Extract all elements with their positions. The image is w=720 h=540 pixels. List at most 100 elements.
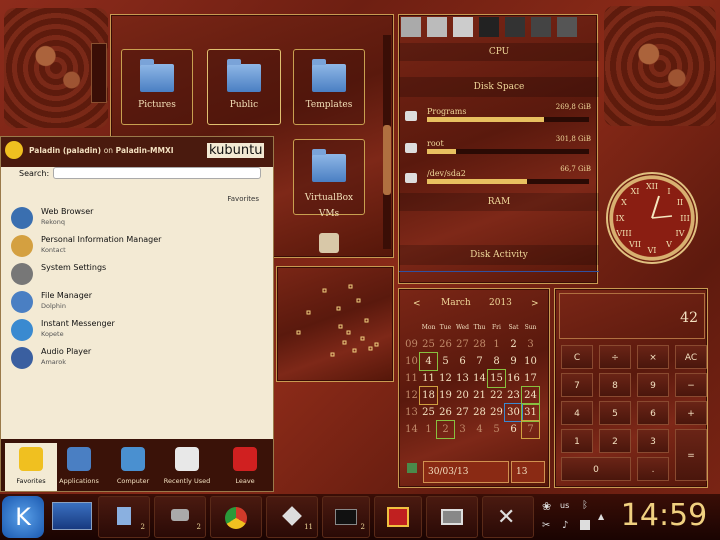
cpu-icon[interactable] xyxy=(479,17,499,37)
calendar-day[interactable]: 6 xyxy=(505,421,522,438)
pager[interactable] xyxy=(52,502,92,530)
calendar-year[interactable]: 2013 xyxy=(489,298,512,308)
calendar-day[interactable]: 28 xyxy=(471,404,488,421)
calendar-day[interactable]: 27 xyxy=(454,404,471,421)
calendar-day[interactable]: 2 xyxy=(505,336,522,353)
calendar-day[interactable]: 12 xyxy=(437,370,454,387)
calendar-day[interactable]: 5 xyxy=(437,353,454,370)
calendar-day[interactable]: 6 xyxy=(454,353,471,370)
calc-key[interactable]: 5 xyxy=(599,401,631,425)
calc-key[interactable]: 1 xyxy=(561,429,593,453)
date-input[interactable]: 30/03/13 xyxy=(423,461,509,483)
calendar-day[interactable]: 24 xyxy=(521,386,540,405)
calendar-day[interactable]: 3 xyxy=(454,421,471,438)
calc-key[interactable]: . xyxy=(637,457,669,481)
calendar-day[interactable]: 23 xyxy=(505,387,522,404)
calendar-day[interactable]: 1 xyxy=(420,421,437,438)
network-icon[interactable] xyxy=(580,520,590,530)
calendar-day[interactable]: 25 xyxy=(420,336,437,353)
task-app[interactable]: 11 xyxy=(266,496,318,538)
task-system-tool[interactable]: 2 xyxy=(154,496,206,538)
tab-favorites[interactable]: Favorites xyxy=(5,443,57,491)
drive-icon[interactable] xyxy=(427,17,447,37)
calendar-day[interactable]: 4 xyxy=(471,421,488,438)
calc-key[interactable]: AC xyxy=(675,345,707,369)
network-icon[interactable] xyxy=(531,17,551,37)
folder-templates[interactable]: Templates xyxy=(293,49,365,125)
task-terminal[interactable]: 2 xyxy=(322,496,370,538)
calendar-day[interactable]: 14 xyxy=(471,370,488,387)
calendar-day[interactable]: 10 xyxy=(522,353,539,370)
calendar-day[interactable]: 7 xyxy=(471,353,488,370)
calendar-day[interactable]: 3 xyxy=(522,336,539,353)
tray-expand-icon[interactable]: ▲ xyxy=(598,512,604,521)
calendar-day[interactable]: 8 xyxy=(488,353,505,370)
menu-item[interactable]: Personal Information Manager Kontact xyxy=(11,235,261,259)
calendar-day[interactable]: 15 xyxy=(487,369,506,388)
menu-item[interactable]: Web Browser Rekonq xyxy=(11,207,261,231)
calendar-day[interactable]: 7 xyxy=(521,420,540,439)
folder-pictures[interactable]: Pictures xyxy=(121,49,193,125)
calendar-day[interactable]: 4 xyxy=(419,352,438,371)
clipboard-icon[interactable]: ❀ xyxy=(542,500,551,513)
calendar-day[interactable]: 17 xyxy=(522,370,539,387)
calendar-day[interactable]: 30 xyxy=(504,403,523,422)
calendar-day[interactable]: 28 xyxy=(471,336,488,353)
calendar-day[interactable]: 25 xyxy=(420,404,437,421)
kde-launcher-icon[interactable]: K xyxy=(2,496,44,538)
volume-icon[interactable]: ♪ xyxy=(562,520,568,531)
chart-icon[interactable] xyxy=(557,17,577,37)
calendar-day[interactable]: 18 xyxy=(419,386,438,405)
calendar-day[interactable]: 26 xyxy=(437,404,454,421)
menu-item[interactable]: System Settings xyxy=(11,263,261,287)
folder-virtualbox-vms[interactable]: VirtualBox VMs xyxy=(293,139,365,219)
calc-key[interactable]: 7 xyxy=(561,373,593,397)
menu-item[interactable]: Audio Player Amarok xyxy=(11,347,261,371)
calendar-month[interactable]: March xyxy=(441,298,471,308)
calc-key[interactable]: 4 xyxy=(561,401,593,425)
task-image-viewer[interactable] xyxy=(426,496,478,538)
keyboard-layout[interactable]: us xyxy=(560,501,569,510)
package-icon[interactable] xyxy=(319,233,339,253)
tools-icon[interactable]: ✂ xyxy=(542,520,550,531)
drive-icon[interactable] xyxy=(453,17,473,37)
calendar-day[interactable]: 31 xyxy=(521,403,540,422)
calc-key[interactable]: × xyxy=(637,345,669,369)
calendar-day[interactable]: 13 xyxy=(454,370,471,387)
calendar-day[interactable]: 29 xyxy=(488,404,505,421)
calc-key[interactable]: − xyxy=(675,373,707,397)
calendar-day[interactable]: 1 xyxy=(488,336,505,353)
week-spinbox[interactable]: 13 xyxy=(511,461,545,483)
calc-key[interactable]: = xyxy=(675,429,707,481)
task-document-viewer[interactable]: 2 xyxy=(98,496,150,538)
calc-key[interactable]: C xyxy=(561,345,593,369)
tab-computer[interactable]: Computer xyxy=(107,443,159,491)
calendar-day[interactable]: 9 xyxy=(505,353,522,370)
calc-key[interactable]: ÷ xyxy=(599,345,631,369)
calc-key[interactable]: 9 xyxy=(637,373,669,397)
calendar-prev-button[interactable]: < xyxy=(413,299,421,309)
calendar-day[interactable]: 21 xyxy=(471,387,488,404)
drive-icon[interactable] xyxy=(401,17,421,37)
calendar-day[interactable]: 2 xyxy=(436,420,455,439)
bluetooth-icon[interactable]: ᛒ xyxy=(582,500,588,511)
calc-key[interactable]: 2 xyxy=(599,429,631,453)
folder-public[interactable]: Public xyxy=(207,49,281,125)
tab-recently-used[interactable]: Recently Used xyxy=(161,443,213,491)
menu-item[interactable]: Instant Messenger Kopete xyxy=(11,319,261,343)
calendar-day[interactable]: 11 xyxy=(420,370,437,387)
calendar-day[interactable]: 19 xyxy=(437,387,454,404)
calc-key[interactable]: 6 xyxy=(637,401,669,425)
calendar-next-button[interactable]: > xyxy=(531,299,539,309)
calendar-day[interactable]: 5 xyxy=(488,421,505,438)
calc-key[interactable]: 8 xyxy=(599,373,631,397)
search-input[interactable] xyxy=(53,167,261,179)
scrollbar[interactable] xyxy=(383,35,391,249)
calendar-day[interactable]: 26 xyxy=(437,336,454,353)
calendar-day[interactable]: 20 xyxy=(454,387,471,404)
ram-icon[interactable] xyxy=(505,17,525,37)
tab-leave[interactable]: Leave xyxy=(219,443,271,491)
calendar-day[interactable]: 16 xyxy=(505,370,522,387)
calc-key[interactable]: 0 xyxy=(561,457,631,481)
task-app-red[interactable] xyxy=(374,496,422,538)
